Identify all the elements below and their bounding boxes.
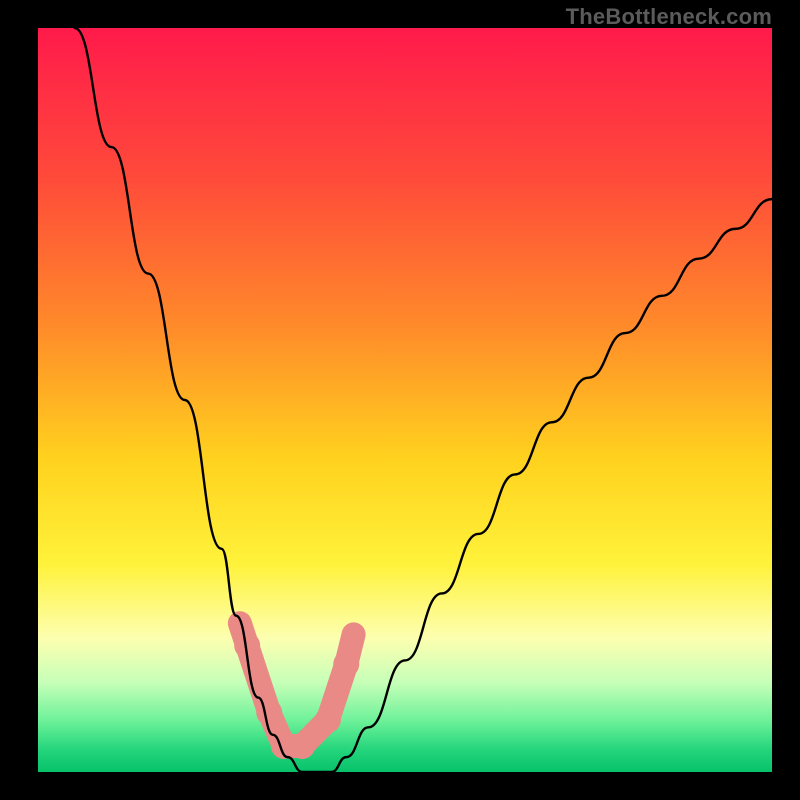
- marker-band: [231, 614, 363, 759]
- watermark-text: TheBottleneck.com: [566, 4, 772, 30]
- chart-frame: TheBottleneck.com: [0, 0, 800, 800]
- plot-area: [38, 28, 772, 772]
- marker-dot: [289, 733, 315, 759]
- marker-dot: [256, 699, 282, 725]
- marker-dot: [345, 625, 363, 643]
- curve-line: [75, 28, 772, 772]
- bottleneck-curve: [38, 28, 772, 772]
- marker-dot: [231, 614, 249, 632]
- marker-dot: [315, 707, 341, 733]
- marker-dot: [333, 651, 359, 677]
